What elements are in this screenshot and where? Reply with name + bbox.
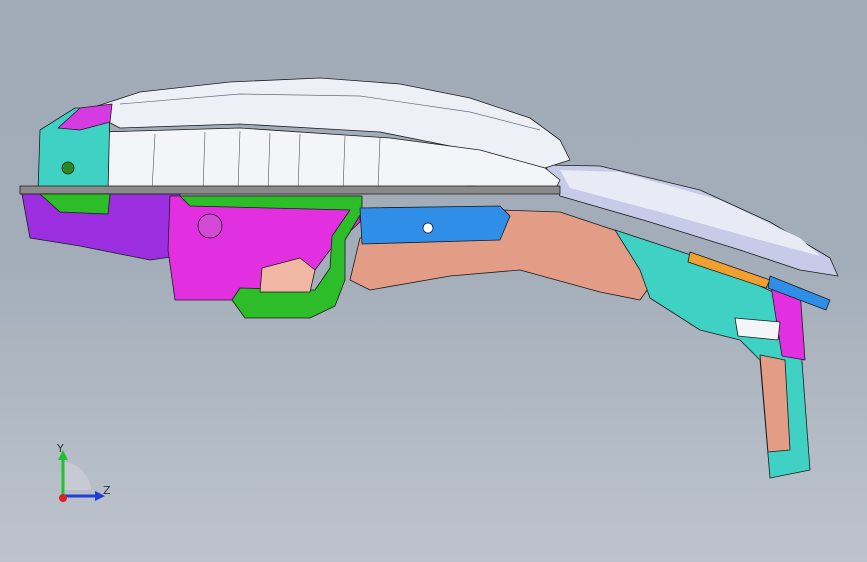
z-axis-label: Z (103, 484, 111, 497)
sill-plate[interactable] (19, 185, 561, 195)
cyan-bracket-hole (61, 161, 75, 175)
triad-plane-shade (63, 462, 91, 490)
rear-pillar-inner[interactable] (759, 354, 791, 453)
y-axis-label: Y (56, 442, 64, 455)
view-orientation-triad[interactable]: Y Z (56, 442, 111, 502)
cad-viewport[interactable]: Y Z (0, 0, 867, 562)
rear-latch[interactable] (734, 317, 781, 341)
x-axis-dot (59, 494, 67, 502)
car-body-model[interactable] (19, 77, 839, 479)
wheelhouse-boss (197, 213, 223, 239)
blue-beam-hole (422, 222, 434, 234)
blue-cross-beam[interactable] (359, 205, 511, 245)
